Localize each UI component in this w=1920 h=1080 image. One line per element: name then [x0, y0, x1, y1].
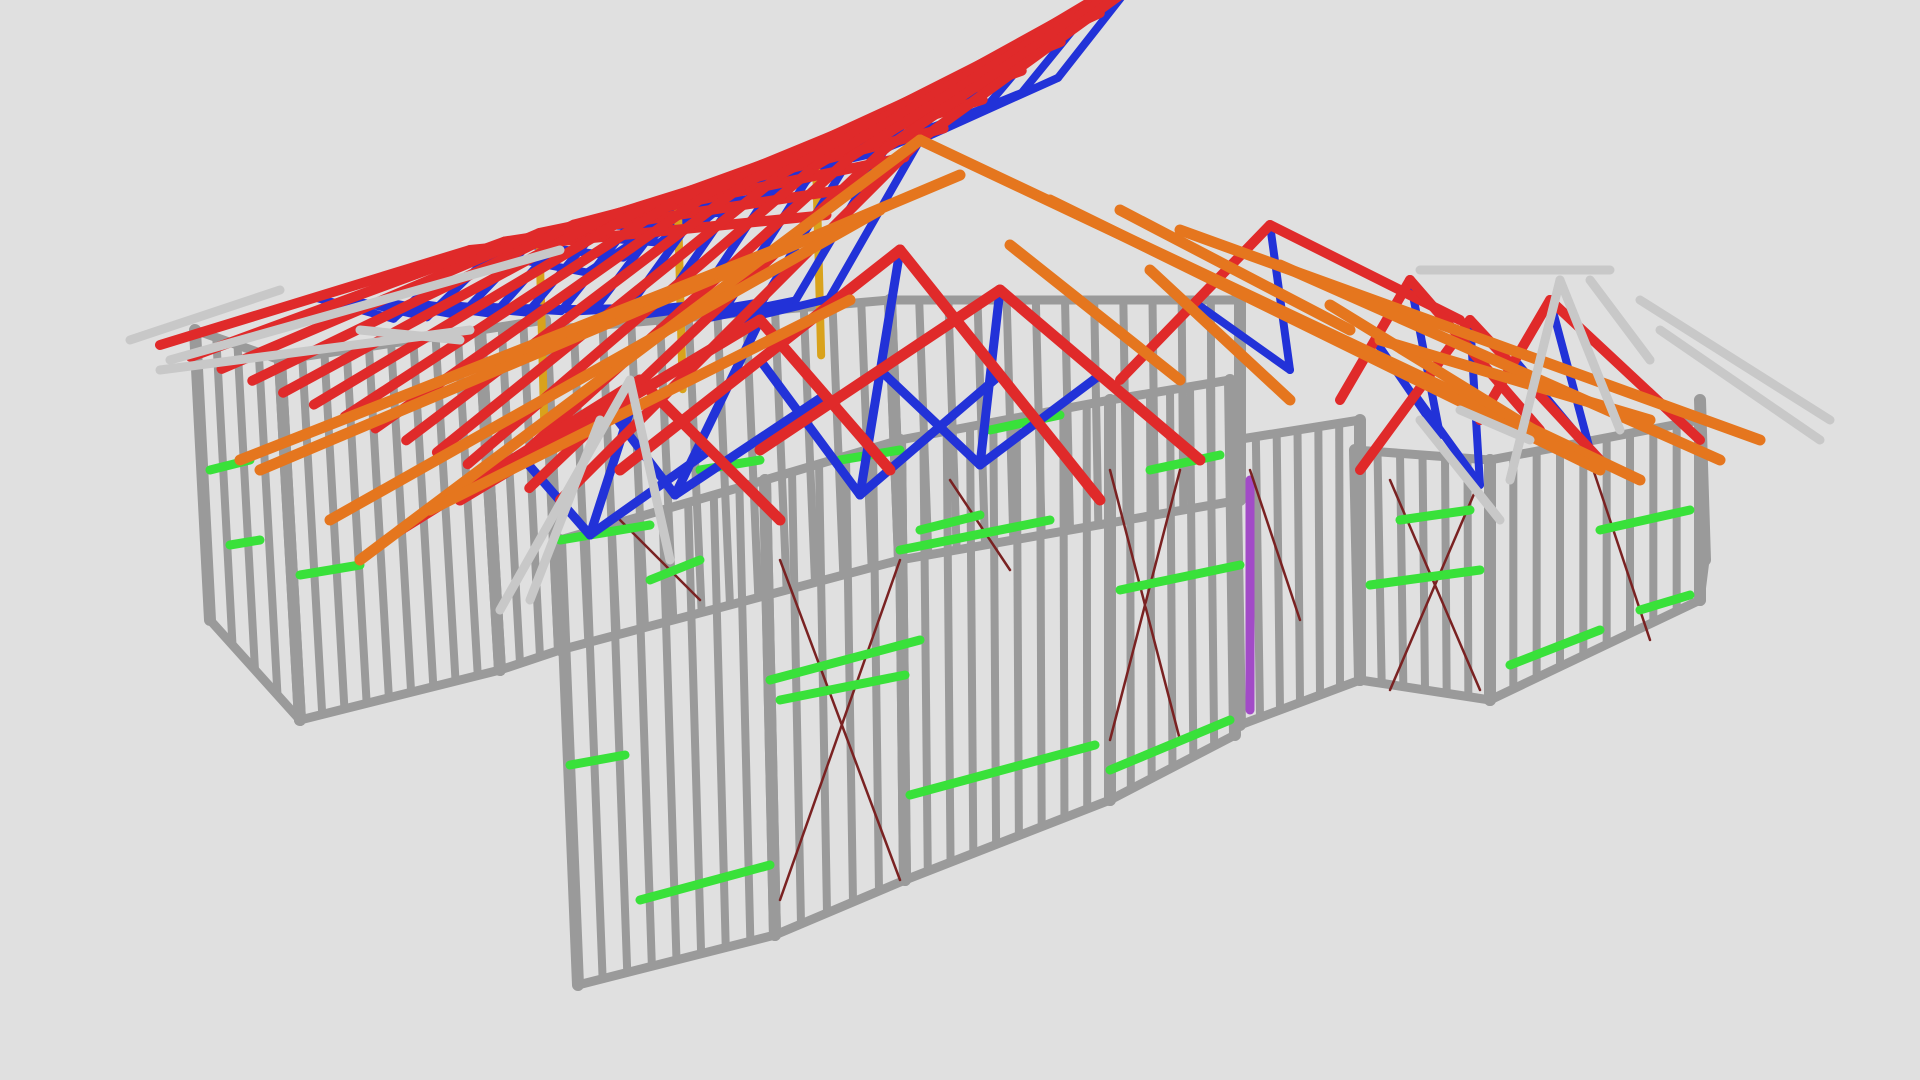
left-wing-side-stud-87 [254, 348, 282, 699]
left-wing-side-stud-85 [212, 333, 237, 649]
front-wall-c-stud-24 [966, 422, 978, 858]
steel-frame-model[interactable] [0, 0, 1920, 1080]
left-wing-side-stud-86 [233, 341, 259, 674]
rear-wall-b-stud-121 [1148, 296, 1159, 519]
mid-wall-stud-43 [1251, 432, 1264, 722]
rear-wall-b-stud-118 [1061, 296, 1074, 534]
nogging-140 [225, 535, 265, 550]
left-wing-return-stud-92 [497, 322, 524, 668]
mid-wall-stud-45 [1293, 426, 1304, 707]
front-wall-d-stud-34 [1126, 392, 1135, 794]
right-proj-side-stud-53 [1396, 449, 1408, 691]
nogging-138 [295, 560, 365, 580]
mid-wall-stud-47 [1335, 419, 1344, 692]
right-proj-side-stud-52 [1373, 447, 1386, 688]
right-proj-side-stud-54 [1418, 451, 1429, 694]
front-wall-c-stud-26 [1012, 413, 1023, 840]
hip-rafters [234, 134, 1766, 566]
mid-wall-stud-44 [1272, 429, 1284, 714]
mid-wall-stud-46 [1314, 422, 1324, 699]
right-proj-side-stud-51 [1349, 444, 1366, 686]
right-proj-front-bottom-plate-58 [1485, 595, 1705, 705]
front-wall-b-bottom-plate-11 [770, 875, 910, 940]
left-wing-side-stud-84 [189, 324, 216, 626]
front-wall-b-stud-16 [842, 452, 857, 906]
left-wing-front-bottom-plate-70 [295, 665, 505, 725]
left-wing-return-bottom-plate-89 [495, 645, 565, 675]
rear-wall-b-stud-116 [1002, 296, 1018, 544]
front-wall-c-stud-23 [942, 427, 955, 867]
nogging-149 [1395, 505, 1475, 525]
left-wing-front-stud-73 [298, 352, 327, 719]
rear-wall-b-stud-112 [884, 294, 906, 566]
rear-wall-a-stud-106 [799, 303, 819, 587]
truss-top-chords [155, 0, 1705, 536]
rear-wall-b-stud-122 [1177, 296, 1188, 514]
left-wing-front-stud-74 [320, 349, 349, 713]
front-wall-c-stud-25 [989, 418, 1001, 849]
rear-wall-a-stud-107 [828, 301, 848, 579]
left-wing-side-stud-88 [274, 354, 306, 726]
3d-viewport[interactable] [0, 0, 1920, 1080]
front-wall-c-bottom-plate-19 [900, 795, 1115, 885]
